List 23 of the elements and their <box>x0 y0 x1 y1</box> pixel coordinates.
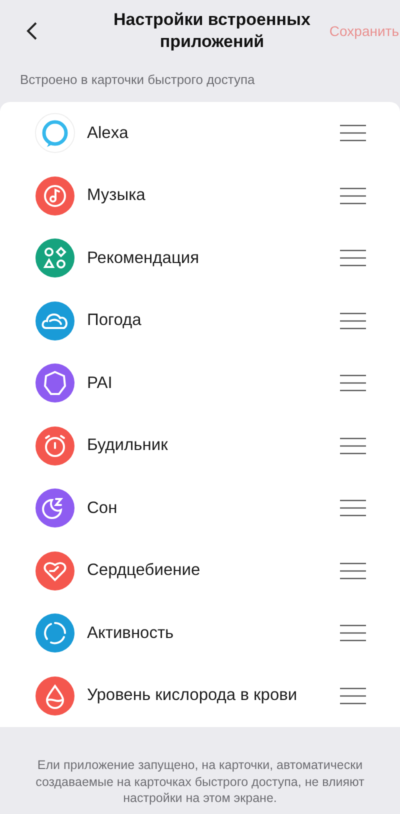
app-name: Alexa <box>87 124 130 143</box>
drag-handle-icon[interactable] <box>340 374 366 392</box>
app-name: Сердцебиение <box>87 561 202 580</box>
page-title: Настройки встроенных приложений <box>112 9 312 53</box>
app-name: Сон <box>87 498 118 518</box>
app-name: Рекомендация <box>87 248 200 268</box>
drag-handle-icon[interactable] <box>340 686 366 705</box>
drag-handle-icon[interactable] <box>340 499 366 518</box>
drag-handle-icon[interactable] <box>340 562 366 580</box>
footer-note: Ели приложение запущено, на карточки, автоматически создаваемые на карточках быстрого доступа, не влияют настройки на этом экране. <box>34 757 366 806</box>
app-name: Музыка <box>87 186 146 206</box>
drag-handle-icon[interactable] <box>340 436 366 455</box>
app-name: Активность <box>87 624 175 643</box>
app-name: Уровень кислорода в крови <box>87 686 298 706</box>
app-name: PAI <box>87 374 114 393</box>
drag-handle-icon[interactable] <box>340 624 366 642</box>
drag-handle-icon[interactable] <box>340 312 366 330</box>
drag-handle-icon[interactable] <box>340 186 366 205</box>
app-name: Будильник <box>87 436 169 456</box>
drag-handle-icon[interactable] <box>340 249 366 268</box>
drag-handle-icon[interactable] <box>340 124 366 142</box>
app-name: Погода <box>87 311 142 330</box>
section-label: Встроено в карточки быстрого доступа <box>19 71 256 89</box>
